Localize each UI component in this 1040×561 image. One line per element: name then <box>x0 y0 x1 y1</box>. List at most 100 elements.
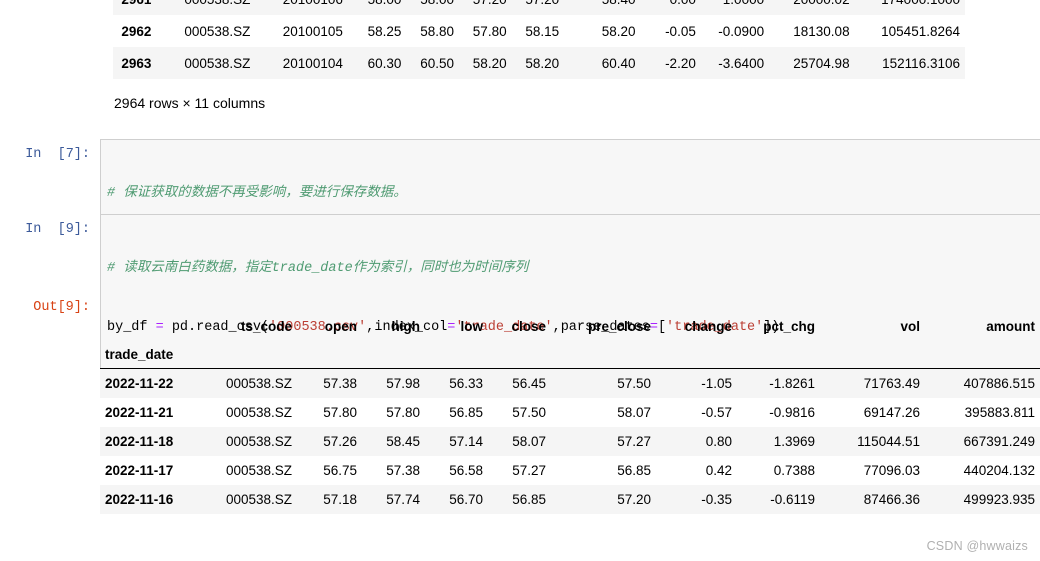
cell-amount: 499923.935 <box>963 491 1035 507</box>
cell-vol: 115044.51 <box>857 433 920 449</box>
cell-low: 56.33 <box>449 375 483 391</box>
cell-pre-close: 57.27 <box>617 433 651 449</box>
prompt-in-9[interactable]: In [9]: <box>0 214 100 239</box>
cell-vol: 71763.49 <box>863 375 920 391</box>
col-header-high: high <box>391 319 421 334</box>
cell-vol: 77096.03 <box>863 462 920 478</box>
comment-text: # 保证获取的数据不再受影响，要进行保存数据。 <box>107 186 407 201</box>
cell-change: 0.00 <box>641 0 701 15</box>
index-name-label: trade_date <box>100 337 202 369</box>
cell-ts-code: 000538.SZ <box>184 55 251 71</box>
cell-pct-chg: 0.7388 <box>773 462 815 478</box>
index-row-spacer <box>656 337 737 369</box>
col-header-close: close <box>511 319 546 334</box>
table-row: 2962 000538.SZ 20100105 58.25 58.80 57.8… <box>113 15 965 47</box>
index-header-spacer <box>100 316 202 337</box>
cell-pct-chg: -0.0900 <box>718 23 765 39</box>
cell-trade-date: 20100105 <box>282 23 343 39</box>
cell-trade-date: 20100104 <box>282 55 343 71</box>
cell-low: 56.70 <box>449 491 483 507</box>
dataframe-shape-label: 2964 rows × 11 columns <box>114 95 266 111</box>
cell-amount: 152116.3106 <box>882 55 960 71</box>
previous-dataframe-output: 2961 000538.SZ 20100106 58.00 58.00 57.2… <box>113 0 965 79</box>
cell-open: 58.00 <box>348 0 407 15</box>
cell-pre-close: 57.50 <box>617 375 651 391</box>
cell-change: -1.05 <box>701 375 732 391</box>
col-header-pre-close: pre_close <box>587 319 651 334</box>
cell-high: 60.50 <box>420 55 455 71</box>
cell-high: 58.00 <box>406 0 459 15</box>
row-index: 2022-11-22 <box>105 375 174 391</box>
index-row-spacer <box>202 337 297 369</box>
table-row: 2022-11-21 000538.SZ 57.80 57.80 56.85 5… <box>100 397 1040 427</box>
cell-vol: 20000.02 <box>769 0 854 15</box>
cell-ts-code: 000538.SZ <box>225 404 292 420</box>
col-header-amount: amount <box>986 319 1035 334</box>
code-line-comment: # 读取云南白药数据，指定trade_date作为索引，同时也为时间序列 <box>107 259 1034 279</box>
output-dataframe-container: ts_code open high low close pre_close ch… <box>100 298 1040 514</box>
cell-change: -0.35 <box>701 491 732 507</box>
prompt-in-7[interactable]: In [7]: <box>0 139 100 164</box>
index-row-spacer <box>488 337 551 369</box>
cell-open: 57.18 <box>323 491 357 507</box>
output-area-9: Out[9]: ts_code open high low close pre_… <box>0 298 1040 514</box>
cell-low: 56.85 <box>449 404 483 420</box>
cell-open: 57.26 <box>323 433 357 449</box>
cell-low: 56.58 <box>449 462 483 478</box>
table-row: 2022-11-17 000538.SZ 56.75 57.38 56.58 5… <box>100 455 1040 485</box>
cell-vol: 87466.36 <box>863 491 920 507</box>
index-row-spacer <box>925 337 1040 369</box>
cell-high: 57.98 <box>386 375 420 391</box>
comment-text: # 读取云南白药数据，指定trade_date作为索引，同时也为时间序列 <box>107 261 529 276</box>
cell-ts-code: 000538.SZ <box>225 375 292 391</box>
cell-amount: 174000.1000 <box>855 0 965 15</box>
cell-high: 57.38 <box>386 462 420 478</box>
cell-close: 57.50 <box>512 404 546 420</box>
row-index: 2961 <box>113 0 163 15</box>
cell-open: 57.38 <box>323 375 357 391</box>
table-row: 2022-11-18 000538.SZ 57.26 58.45 57.14 5… <box>100 426 1040 456</box>
cell-pct-chg: -1.8261 <box>769 375 815 391</box>
cell-close: 56.45 <box>512 375 546 391</box>
cell-open: 58.25 <box>367 23 402 39</box>
output-table-body: 2022-11-22 000538.SZ 57.38 57.98 56.33 5… <box>100 368 1040 514</box>
previous-dataframe-table: 2961 000538.SZ 20100106 58.00 58.00 57.2… <box>113 0 965 79</box>
output-table-head: ts_code open high low close pre_close ch… <box>100 316 1040 369</box>
cell-amount: 395883.811 <box>964 404 1035 420</box>
cell-pct-chg: -0.9816 <box>769 404 815 420</box>
table-row: 2963 000538.SZ 20100104 60.30 60.50 58.2… <box>113 47 965 79</box>
cell-change: -2.20 <box>665 55 696 71</box>
cell-close: 58.15 <box>525 23 560 39</box>
cell-ts-code: 000538.SZ <box>225 433 292 449</box>
cell-ts-code: 000538.SZ <box>163 0 255 15</box>
previous-dataframe-body: 2961 000538.SZ 20100106 58.00 58.00 57.2… <box>113 0 965 79</box>
cell-pct-chg: 1.3969 <box>773 433 815 449</box>
cell-amount: 105451.8264 <box>881 23 960 39</box>
cell-amount: 667391.249 <box>963 433 1035 449</box>
cell-pre-close: 58.40 <box>564 0 640 15</box>
col-header-vol: vol <box>900 319 920 334</box>
cell-pre-close: 57.20 <box>617 491 651 507</box>
cell-high: 57.80 <box>386 404 420 420</box>
row-index: 2022-11-16 <box>105 491 174 507</box>
col-header-change: change <box>684 319 732 334</box>
row-index: 2022-11-17 <box>105 462 174 478</box>
cell-vol: 18130.08 <box>793 23 850 39</box>
cell-trade-date: 20100106 <box>255 0 347 15</box>
prompt-out-9[interactable]: Out[9]: <box>0 298 100 317</box>
cell-low: 57.14 <box>449 433 483 449</box>
index-name-row: trade_date <box>100 337 1040 369</box>
col-header-pct-chg: pct_chg <box>763 319 815 334</box>
col-header-open: open <box>324 319 357 334</box>
cell-change: 0.42 <box>705 462 732 478</box>
cell-ts-code: 000538.SZ <box>184 23 251 39</box>
cell-open: 57.80 <box>323 404 357 420</box>
cell-vol: 25704.98 <box>793 55 850 71</box>
output-dataframe-table: ts_code open high low close pre_close ch… <box>100 316 1040 514</box>
cell-pct-chg: 1.0000 <box>701 0 769 15</box>
cell-amount: 407886.515 <box>963 375 1035 391</box>
cell-open: 60.30 <box>367 55 402 71</box>
index-row-spacer <box>820 337 925 369</box>
row-index: 2963 <box>121 55 152 71</box>
cell-amount: 440204.132 <box>963 462 1035 478</box>
